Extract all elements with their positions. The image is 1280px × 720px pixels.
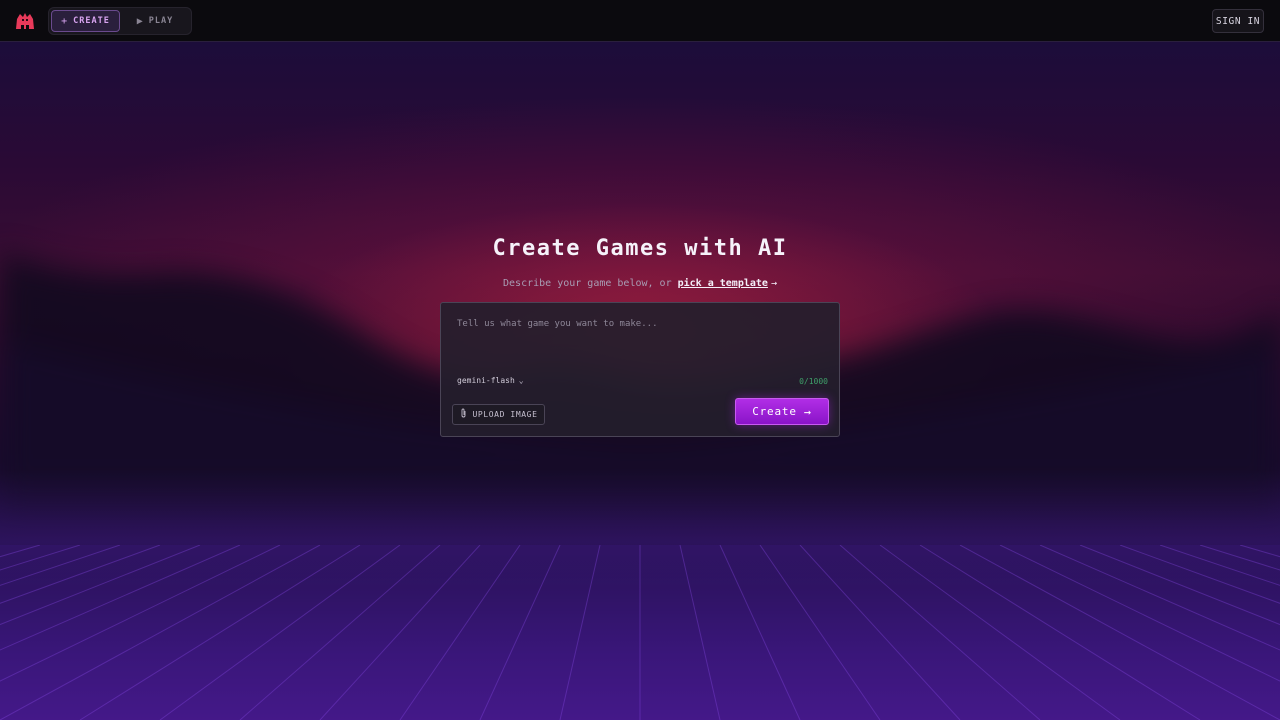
pick-template-link[interactable]: pick a template bbox=[678, 278, 768, 289]
chevron-down-icon: ⌄ bbox=[518, 376, 524, 385]
tab-play[interactable]: ▶ PLAY bbox=[125, 10, 185, 32]
page-title: Create Games with AI bbox=[492, 236, 788, 261]
prompt-card: gemini-flash ⌄ 0/1000 UPLOAD IMAGE Creat… bbox=[440, 302, 840, 437]
create-button[interactable]: Create → bbox=[735, 398, 829, 425]
character-counter: 0/1000 bbox=[799, 377, 828, 386]
subtitle-text: Describe your game below, or bbox=[503, 278, 672, 289]
upload-image-label: UPLOAD IMAGE bbox=[472, 410, 538, 419]
logo-icon[interactable] bbox=[14, 11, 36, 31]
tab-create-label: CREATE bbox=[73, 16, 110, 26]
perspective-grid bbox=[0, 545, 1280, 720]
arrow-right-icon: → bbox=[770, 278, 777, 289]
upload-image-button[interactable]: UPLOAD IMAGE bbox=[452, 404, 545, 425]
hero-subtitle: Describe your game below, or pick a temp… bbox=[0, 278, 1280, 289]
create-button-label: Create bbox=[752, 405, 797, 418]
model-select[interactable]: gemini-flash ⌄ bbox=[457, 376, 524, 385]
model-select-value: gemini-flash bbox=[457, 376, 515, 385]
arrow-right-icon: → bbox=[803, 404, 812, 419]
sign-in-button[interactable]: SIGN IN bbox=[1212, 9, 1264, 33]
paperclip-icon bbox=[460, 408, 467, 421]
tab-play-label: PLAY bbox=[148, 16, 174, 26]
tab-create[interactable]: + CREATE bbox=[51, 10, 120, 32]
play-icon: ▶ bbox=[136, 15, 144, 27]
page: + CREATE ▶ PLAY SIGN IN Create Games wit… bbox=[0, 0, 1280, 720]
mode-switcher: + CREATE ▶ PLAY bbox=[48, 7, 192, 35]
top-bar: + CREATE ▶ PLAY SIGN IN bbox=[0, 0, 1280, 42]
plus-icon: + bbox=[61, 15, 69, 27]
game-prompt-input[interactable] bbox=[449, 311, 831, 369]
